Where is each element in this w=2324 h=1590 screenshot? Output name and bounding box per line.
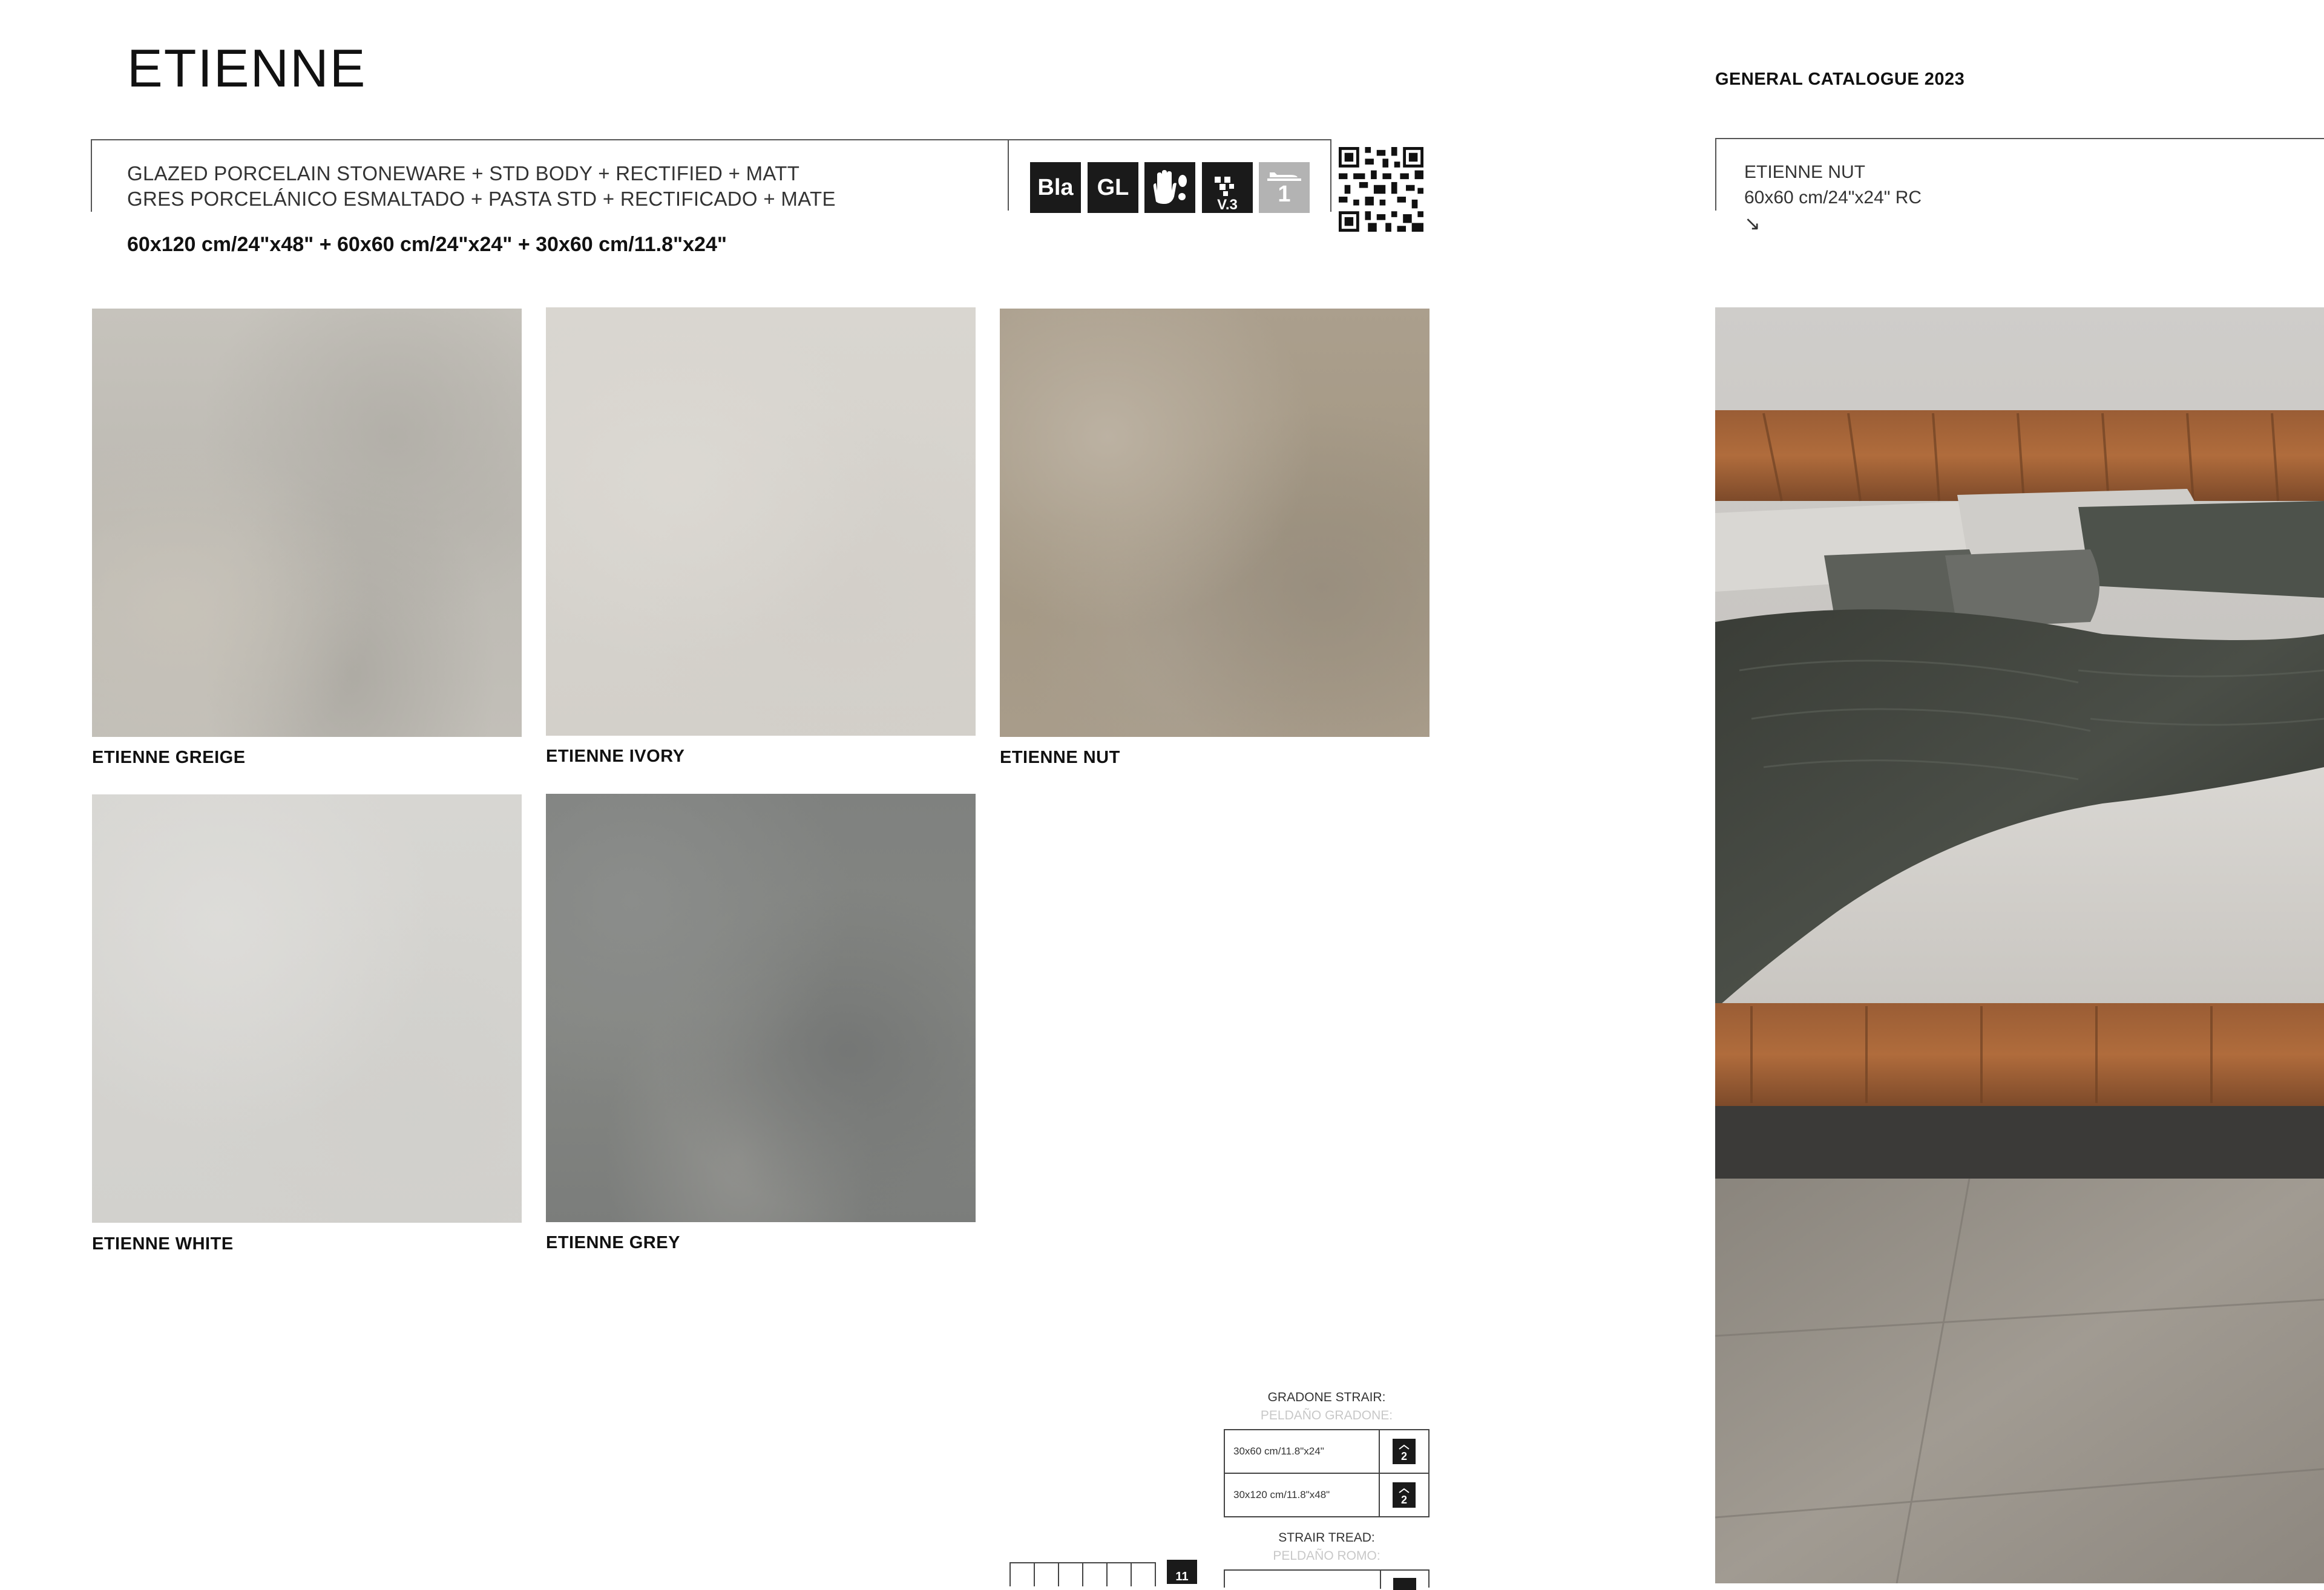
- spec-english: GLAZED PORCELAIN STONEWARE + STD BODY + …: [127, 162, 800, 185]
- product-name: ETIENNE NUT: [1744, 162, 1866, 182]
- bla-label: Bla: [1037, 174, 1074, 200]
- swatch-label-grey: ETIENNE GREY: [546, 1233, 680, 1252]
- page-title: ETIENNE: [127, 38, 367, 98]
- format-sizes: 60x120 cm/24"x48" + 60x60 cm/24"x24" + 3…: [127, 233, 727, 256]
- variation-icon: [1215, 177, 1234, 196]
- gl-label: GL: [1097, 174, 1129, 200]
- row-size: 30x120 cm/11.8"x48": [1233, 1489, 1330, 1500]
- row-count: 2: [1400, 1450, 1407, 1462]
- swatch-white: [92, 794, 522, 1223]
- spec-spanish: GRES PORCELÁNICO ESMALTADO + PASTA STD +…: [127, 188, 836, 210]
- swatch-ivory: [546, 307, 976, 736]
- pack-count: 11: [1175, 1570, 1189, 1583]
- hand-foot-icon: [1144, 162, 1195, 213]
- row-count: 2: [1400, 1494, 1407, 1506]
- swatch-greige: [92, 309, 522, 737]
- packing-grid: [1009, 1562, 1156, 1586]
- variation-label: V.3: [1217, 197, 1238, 213]
- tread-table: [1224, 1569, 1430, 1590]
- pack-count-badge: 11: [1167, 1560, 1197, 1584]
- slip-badge: 1: [1259, 162, 1310, 213]
- tread-title: STRAIR TREAD:: [1278, 1531, 1375, 1545]
- swatch-label-white: ETIENNE WHITE: [92, 1234, 234, 1254]
- step-box-icon: 2: [1393, 1439, 1416, 1464]
- bla-badge: Bla: [1030, 162, 1081, 213]
- variation-badge: V.3: [1202, 162, 1253, 213]
- spec-divider: [1008, 139, 1009, 211]
- catalogue-label: GENERAL CATALOGUE 2023: [1715, 70, 1965, 89]
- gradone-table: 30x60 cm/11.8"x24" 2 30x120 cm/11.8"x48"…: [1224, 1429, 1430, 1517]
- swatch-label-nut: ETIENNE NUT: [1000, 748, 1120, 767]
- swatch-label-ivory: ETIENNE IVORY: [546, 747, 685, 766]
- bedroom-photo: [1715, 307, 2324, 1583]
- gl-badge: GL: [1088, 162, 1138, 213]
- step-box-icon: 2: [1393, 1482, 1416, 1508]
- shoe-icon: [1267, 172, 1301, 181]
- arrow-down-right-icon: ↘: [1744, 212, 1761, 234]
- swatch-label-greige: ETIENNE GREIGE: [92, 748, 246, 767]
- row-size: 30x60 cm/11.8"x24": [1233, 1445, 1324, 1457]
- swatch-nut: [1000, 309, 1430, 737]
- slip-label: 1: [1278, 182, 1291, 207]
- gradone-title: GRADONE STRAIR:: [1267, 1390, 1386, 1404]
- tread-subtitle: PELDAÑO ROMO:: [1273, 1549, 1380, 1563]
- product-size: 60x60 cm/24"x24" RC: [1744, 188, 1922, 208]
- qr-code-icon[interactable]: [1339, 147, 1423, 232]
- table-row: 30x120 cm/11.8"x48" 2: [1225, 1474, 1428, 1516]
- table-row: 30x60 cm/11.8"x24" 2: [1225, 1430, 1428, 1474]
- step-box-icon: [1393, 1578, 1416, 1590]
- swatch-grey: [546, 794, 976, 1222]
- gradone-subtitle: PELDAÑO GRADONE:: [1260, 1408, 1393, 1422]
